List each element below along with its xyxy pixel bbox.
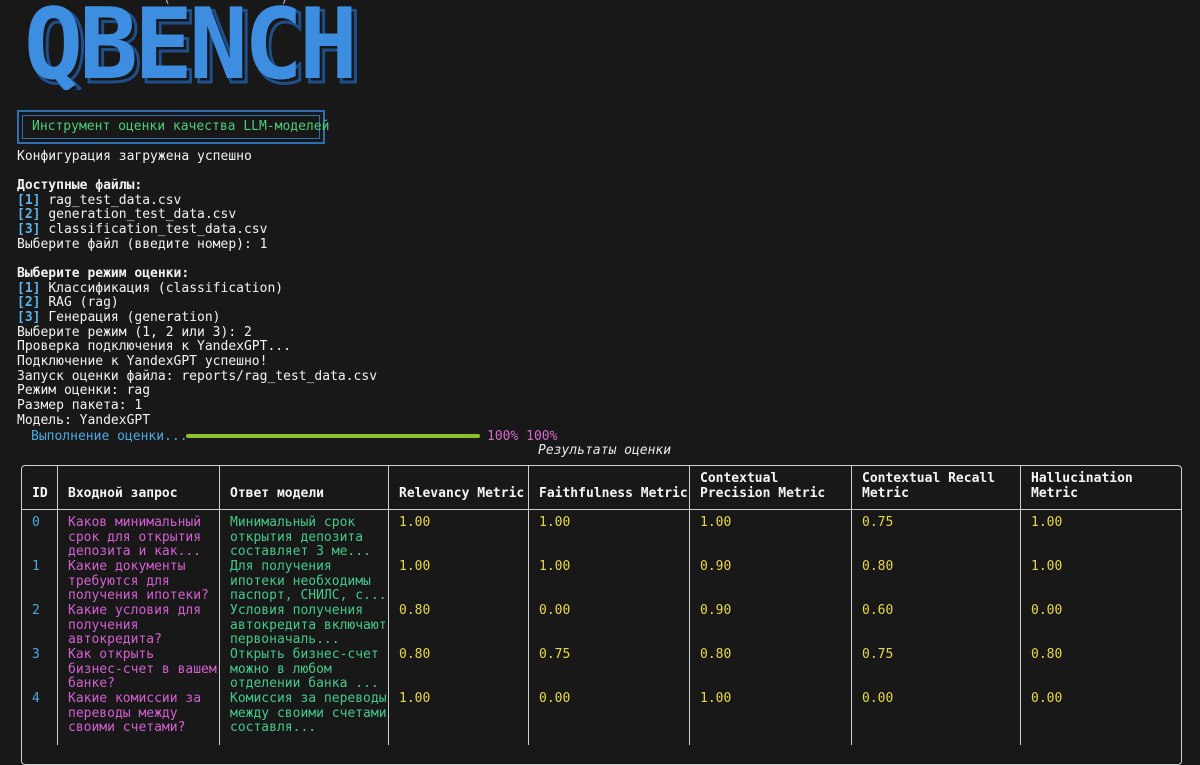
row-query: Как открыть бизнес-счет в вашем банке? xyxy=(68,647,217,692)
row-query: Каков минимальный срок для открытия депо… xyxy=(68,515,202,560)
row-id: 1 xyxy=(32,559,40,574)
row-id: 4 xyxy=(32,691,40,706)
row-query: Какие условия для получения автокредита? xyxy=(68,603,202,648)
row-metric-value: 1.00 xyxy=(1031,559,1063,574)
row-metric-value: 1.00 xyxy=(539,559,571,574)
file-prompt[interactable]: Выберите файл (введите номер): 1 xyxy=(17,237,267,253)
row-answer: Для получения ипотеки необходимы паспорт… xyxy=(230,559,387,604)
app-banner: Инструмент оценки качества LLM-моделей xyxy=(17,110,329,144)
log-line: Размер пакета: 1 xyxy=(17,398,143,413)
column-header-recall: Contextual Recall Metric xyxy=(862,471,996,501)
column-divider xyxy=(1020,465,1021,745)
row-metric-value: 1.00 xyxy=(539,515,571,530)
column-divider xyxy=(57,465,58,745)
row-metric-value: 0.75 xyxy=(862,647,894,662)
column-divider xyxy=(851,465,852,745)
row-id: 3 xyxy=(32,647,40,662)
file-option-3: [3] classification_test_data.csv xyxy=(17,222,268,237)
row-metric-value: 0.90 xyxy=(700,559,732,574)
row-metric-value: 0.80 xyxy=(399,603,431,618)
table-header-divider xyxy=(21,509,1182,510)
mode-option-2: [2] RAG (rag) xyxy=(17,295,119,310)
row-metric-value: 0.80 xyxy=(1031,647,1063,662)
row-answer: Комиссия за переводы между своими счетам… xyxy=(230,691,387,736)
row-metric-value: 1.00 xyxy=(399,559,431,574)
progress-fill xyxy=(186,434,480,438)
row-metric-value: 0.80 xyxy=(700,647,732,662)
results-caption: Результаты оценки xyxy=(538,443,672,458)
column-divider xyxy=(689,465,690,745)
row-id: 2 xyxy=(32,603,40,618)
row-query: Какие комиссии за переводы между своими … xyxy=(68,691,202,736)
log-line: Подключение к YandexGPT успешно! xyxy=(17,354,268,369)
progress-percent: 100% 100% xyxy=(487,429,558,444)
log-line: Режим оценки: rag xyxy=(17,383,151,398)
column-header-answer: Ответ модели xyxy=(230,486,324,501)
logo-text: QBENCH xyxy=(24,0,354,90)
row-metric-value: 0.00 xyxy=(1031,603,1063,618)
row-metric-value: 1.00 xyxy=(700,691,732,706)
row-metric-value: 1.00 xyxy=(700,515,732,530)
progress-label: Выполнение оценки... xyxy=(31,429,188,444)
column-divider xyxy=(528,465,529,745)
mode-heading: Выберите режим оценки: xyxy=(17,266,190,281)
row-id: 0 xyxy=(32,515,40,530)
row-answer: Условия получения автокредита включают п… xyxy=(230,603,387,648)
column-header-relevancy: Relevancy Metric xyxy=(399,486,525,501)
row-metric-value: 0.00 xyxy=(862,691,894,706)
row-query: Какие документы требуются для получения … xyxy=(68,559,209,604)
column-header-precision: Contextual Precision Metric xyxy=(700,471,826,501)
mode-option-3: [3] Генерация (generation) xyxy=(17,310,221,325)
qbench-logo: QBENCH QBENCH xyxy=(24,0,364,90)
column-divider xyxy=(219,465,220,745)
row-metric-value: 0.00 xyxy=(539,691,571,706)
row-answer: Открыть бизнес-счет можно в любом отделе… xyxy=(230,647,379,692)
row-metric-value: 0.75 xyxy=(862,515,894,530)
column-header-faithfulness: Faithfulness Metric xyxy=(539,486,688,501)
files-heading: Доступные файлы: xyxy=(17,178,143,193)
column-header-hallucination: Hallucination Metric xyxy=(1031,471,1133,501)
row-metric-value: 0.80 xyxy=(399,647,431,662)
column-header-query: Входной запрос xyxy=(68,486,178,501)
row-metric-value: 0.60 xyxy=(862,603,894,618)
file-option-2: [2] generation_test_data.csv xyxy=(17,207,237,222)
row-metric-value: 1.00 xyxy=(399,515,431,530)
row-metric-value: 0.80 xyxy=(862,559,894,574)
log-line: Модель: YandexGPT xyxy=(17,413,151,428)
progress-bar xyxy=(186,434,480,438)
row-metric-value: 1.00 xyxy=(1031,515,1063,530)
banner-text: Инструмент оценки качества LLM-моделей xyxy=(22,115,329,139)
row-metric-value: 0.90 xyxy=(700,603,732,618)
log-line: Проверка подключения к YandexGPT... xyxy=(17,339,291,354)
row-metric-value: 1.00 xyxy=(399,691,431,706)
row-metric-value: 0.00 xyxy=(1031,691,1063,706)
column-header-id: ID xyxy=(32,486,48,501)
config-status: Конфигурация загружена успешно xyxy=(17,149,252,164)
column-divider xyxy=(388,465,389,745)
row-metric-value: 0.00 xyxy=(539,603,571,618)
row-answer: Минимальный срок открытия депозита соста… xyxy=(230,515,371,560)
row-metric-value: 0.75 xyxy=(539,647,571,662)
